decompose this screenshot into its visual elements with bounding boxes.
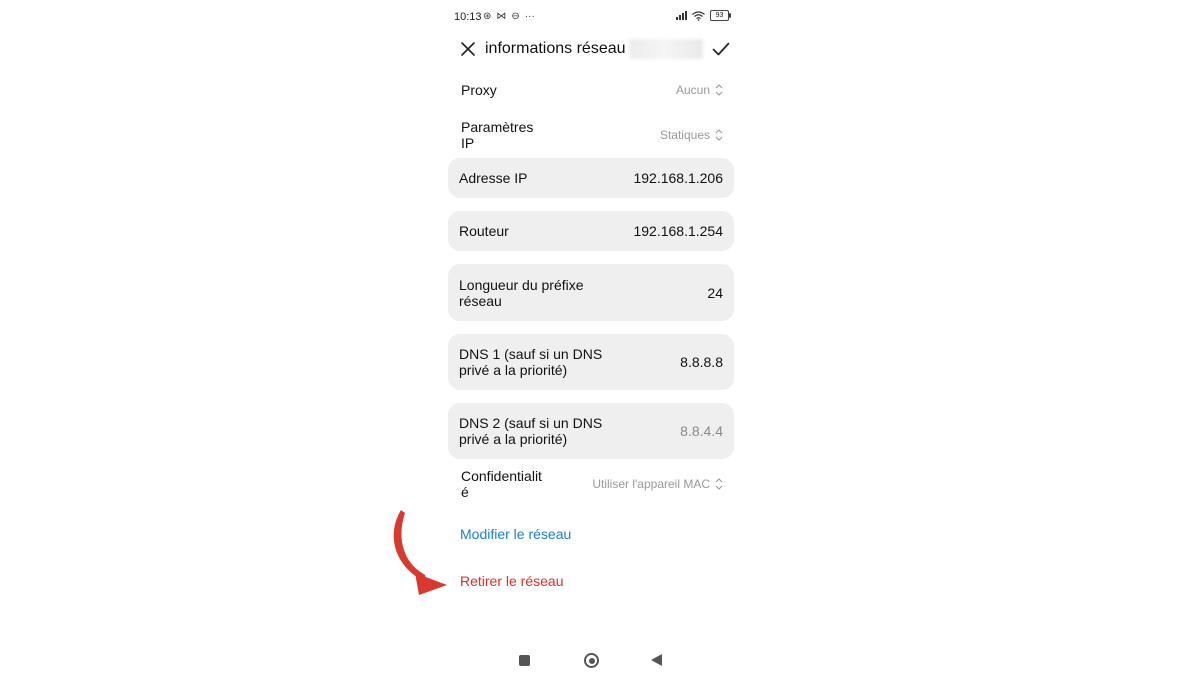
prefix-length-label-line1: Longueur du préfixe — [459, 276, 584, 293]
proxy-select[interactable]: Aucun — [676, 83, 723, 97]
ip-settings-label-line2: IP — [461, 135, 475, 151]
prefix-length-value: 24 — [707, 284, 723, 301]
ip-address-value: 192.168.1.206 — [633, 170, 723, 186]
status-system-icons: 93 — [676, 10, 731, 21]
recent-apps-button[interactable] — [519, 655, 530, 666]
ip-settings-value: Statiques — [659, 128, 710, 142]
dns2-value: 8.8.4.4 — [680, 423, 723, 439]
home-button[interactable] — [584, 653, 599, 668]
signal-icon — [676, 11, 687, 20]
prefix-length-label: Longueur du préfixe réseau — [459, 277, 584, 309]
router-field[interactable]: Routeur 192.168.1.254 — [448, 211, 734, 251]
dns2-label-line1: DNS 2 (sauf si un DNS — [459, 415, 603, 431]
status-notification-icons: ⊛ ⋈ ⊖ ··· — [483, 11, 535, 22]
privacy-row[interactable]: Confidentialit é Utiliser l'appareil MAC — [461, 467, 723, 501]
ip-settings-label: Paramètres IP — [461, 119, 533, 151]
ip-address-field[interactable]: Adresse IP 192.168.1.206 — [448, 158, 734, 198]
router-value: 192.168.1.254 — [633, 223, 723, 239]
mail-icon: ⋈ — [496, 11, 507, 22]
confirm-button[interactable] — [709, 36, 733, 62]
dns2-label-line2: privé a la priorité) — [459, 431, 568, 447]
wifi-icon — [692, 10, 705, 21]
ip-settings-select[interactable]: Statiques — [660, 128, 723, 142]
dns2-label: DNS 2 (sauf si un DNS privé a la priorit… — [459, 415, 602, 447]
modify-network-button[interactable]: Modifier le réseau — [460, 526, 571, 542]
title-group: informations réseau — [485, 36, 703, 62]
remove-network-button[interactable]: Retirer le réseau — [460, 573, 564, 589]
proxy-row[interactable]: Proxy Aucun — [461, 80, 723, 100]
ip-settings-label-line1: Paramètres — [461, 119, 534, 135]
chevron-updown-icon — [715, 478, 723, 490]
battery-icon: 93 — [710, 10, 731, 21]
proxy-label: Proxy — [461, 82, 497, 98]
status-time: 10:13 — [454, 11, 482, 23]
dns1-label: DNS 1 (sauf si un DNS privé a la priorit… — [459, 346, 602, 378]
more-icon: ··· — [524, 11, 535, 22]
prefix-length-field[interactable]: Longueur du préfixe réseau 24 — [448, 264, 734, 321]
page-title: informations réseau — [485, 40, 626, 57]
network-name-redacted — [628, 39, 703, 59]
data-saver-icon: ⊛ — [483, 11, 492, 22]
back-button[interactable] — [651, 654, 662, 666]
dns1-label-line2: privé a la priorité) — [459, 362, 568, 378]
proxy-value: Aucun — [675, 83, 710, 97]
prefix-length-label-line2: réseau — [459, 292, 502, 309]
chevron-updown-icon — [715, 129, 723, 141]
header: informations réseau — [457, 36, 733, 62]
dns2-field[interactable]: DNS 2 (sauf si un DNS privé a la priorit… — [448, 403, 734, 459]
privacy-select[interactable]: Utiliser l'appareil MAC — [592, 477, 723, 491]
minus-circle-icon: ⊖ — [511, 11, 520, 22]
dns1-field[interactable]: DNS 1 (sauf si un DNS privé a la priorit… — [448, 334, 734, 390]
close-icon — [461, 42, 475, 56]
privacy-value: Utiliser l'appareil MAC — [592, 477, 710, 491]
dns1-label-line1: DNS 1 (sauf si un DNS — [459, 346, 603, 362]
ip-settings-row[interactable]: Paramètres IP Statiques — [461, 118, 723, 152]
chevron-updown-icon — [715, 84, 723, 96]
ip-address-label: Adresse IP — [459, 170, 528, 186]
navigation-bar — [445, 650, 745, 670]
curved-arrow-icon — [393, 510, 447, 595]
privacy-label: Confidentialit é — [461, 468, 542, 500]
phone-screen: 10:13 ⊛ ⋈ ⊖ ··· 93 informations réseau P… — [445, 0, 745, 675]
dns1-value: 8.8.8.8 — [680, 354, 723, 370]
router-label: Routeur — [459, 223, 509, 239]
privacy-label-line1: Confidentialit — [461, 468, 542, 484]
close-button[interactable] — [457, 38, 479, 60]
privacy-label-line2: é — [461, 484, 469, 500]
check-icon — [712, 42, 730, 56]
